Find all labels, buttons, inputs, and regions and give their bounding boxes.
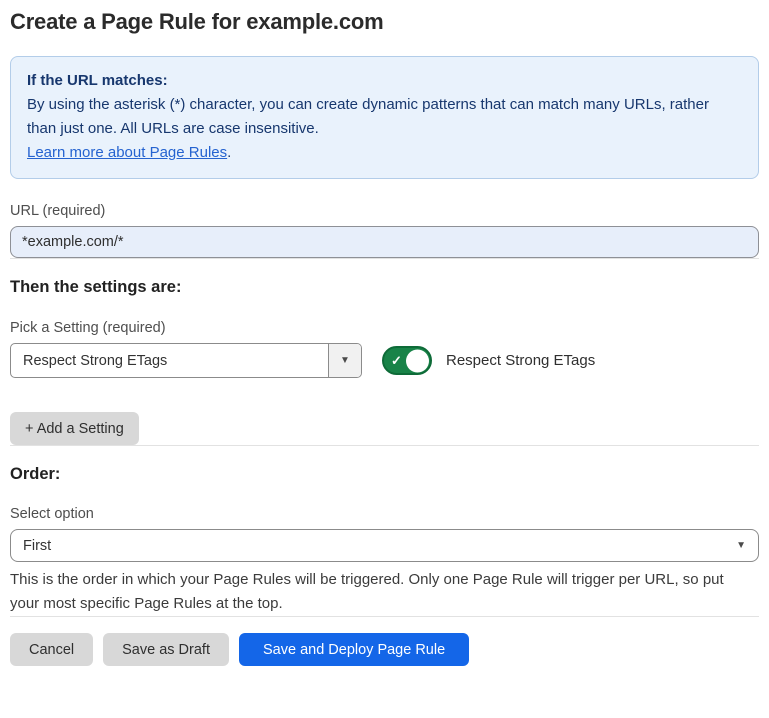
toggle-knob [406, 349, 429, 372]
info-box-body: By using the asterisk (*) character, you… [27, 93, 742, 141]
cancel-button[interactable]: Cancel [10, 633, 93, 666]
url-input[interactable] [10, 226, 759, 258]
divider [10, 258, 759, 259]
check-icon: ✓ [391, 354, 402, 367]
order-help-text: This is the order in which your Page Rul… [10, 568, 750, 616]
setting-row: Respect Strong ETags ▼ ✓ Respect Strong … [10, 343, 759, 378]
link-suffix: . [227, 144, 231, 161]
order-section-heading: Order: [10, 465, 759, 484]
info-box-heading: If the URL matches: [27, 69, 742, 93]
save-deploy-button[interactable]: Save and Deploy Page Rule [239, 633, 469, 666]
info-box-link-line: Learn more about Page Rules. [27, 141, 742, 165]
url-match-info-box: If the URL matches: By using the asteris… [10, 56, 759, 179]
learn-more-link[interactable]: Learn more about Page Rules [27, 144, 227, 161]
setting-picker-label: Pick a Setting (required) [10, 320, 759, 336]
divider [10, 445, 759, 446]
url-field-label: URL (required) [10, 203, 759, 219]
save-draft-button[interactable]: Save as Draft [103, 633, 229, 666]
settings-section-heading: Then the settings are: [10, 278, 759, 297]
setting-toggle[interactable]: ✓ [382, 346, 432, 375]
chevron-down-icon: ▼ [340, 355, 350, 366]
footer-actions: Cancel Save as Draft Save and Deploy Pag… [10, 633, 759, 666]
chevron-down-icon: ▼ [736, 540, 746, 551]
divider [10, 616, 759, 617]
page-title: Create a Page Rule for example.com [10, 8, 759, 36]
order-select-wrap: First ▼ [10, 529, 759, 562]
setting-toggle-label: Respect Strong ETags [446, 352, 595, 369]
setting-select-arrow-box[interactable]: ▼ [328, 344, 361, 377]
setting-select-value: Respect Strong ETags [11, 344, 328, 377]
add-setting-button[interactable]: + Add a Setting [10, 412, 139, 445]
order-select-value: First [23, 538, 51, 554]
order-select-label: Select option [10, 506, 759, 522]
setting-select[interactable]: Respect Strong ETags ▼ [10, 343, 362, 378]
order-select[interactable]: First ▼ [10, 529, 759, 562]
